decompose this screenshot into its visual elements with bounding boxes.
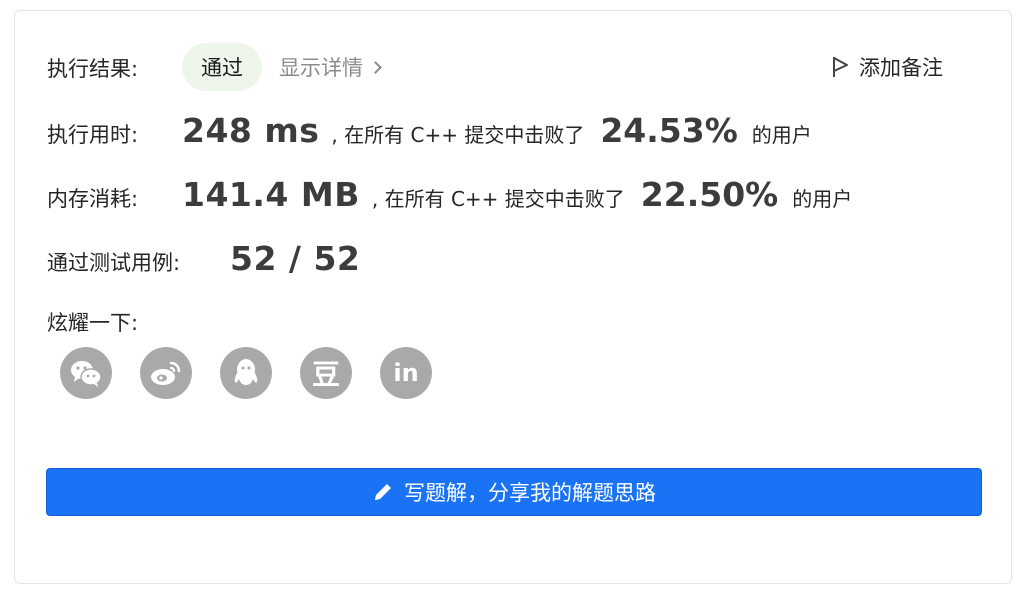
runtime-label: 执行用时: xyxy=(47,123,139,147)
pencil-icon xyxy=(375,484,391,500)
weibo-share-button[interactable] xyxy=(140,347,192,399)
wechat-icon xyxy=(71,361,102,387)
write-solution-button[interactable]: 写题解，分享我的解题思路 xyxy=(46,468,982,516)
runtime-middle-text: , 在所有 C++ 提交中击败了 xyxy=(331,123,585,147)
memory-percent: 22.50% xyxy=(640,175,779,214)
status-badge: 通过 xyxy=(182,43,262,91)
add-note-button[interactable]: 添加备注 xyxy=(831,52,943,82)
runtime-value: 248 ms xyxy=(182,111,320,150)
memory-suffix: 的用户 xyxy=(792,187,853,211)
submission-result-card: 执行结果: 通过 显示详情 添加备注 执行用时: 248 ms , 在所有 C+… xyxy=(14,10,1012,584)
douban-icon: 豆 xyxy=(311,358,340,391)
show-details-label: 显示详情 xyxy=(279,56,363,80)
add-note-label: 添加备注 xyxy=(859,56,943,80)
linkedin-share-button[interactable]: in xyxy=(380,347,432,399)
runtime-row: 执行用时: 248 ms , 在所有 C++ 提交中击败了 24.53% 的用户 xyxy=(47,111,812,150)
chevron-right-icon xyxy=(369,60,382,74)
share-icons: 豆 in xyxy=(60,347,432,399)
weibo-icon xyxy=(151,361,181,385)
share-title: 炫耀一下: xyxy=(47,311,139,335)
memory-label: 内存消耗: xyxy=(47,187,139,211)
memory-value: 141.4 MB xyxy=(182,175,360,214)
qq-icon xyxy=(234,359,258,385)
write-solution-label: 写题解，分享我的解题思路 xyxy=(404,481,656,505)
testcases-row: 通过测试用例: 52 / 52 xyxy=(47,239,360,278)
wechat-share-button[interactable] xyxy=(60,347,112,399)
testcases-value: 52 / 52 xyxy=(230,239,361,278)
runtime-suffix: 的用户 xyxy=(751,123,812,147)
linkedin-icon: in xyxy=(393,359,419,387)
qq-share-button[interactable] xyxy=(220,347,272,399)
show-details-link[interactable]: 显示详情 xyxy=(279,52,382,82)
douban-share-button[interactable]: 豆 xyxy=(300,347,352,399)
memory-row: 内存消耗: 141.4 MB , 在所有 C++ 提交中击败了 22.50% 的… xyxy=(47,175,852,214)
flag-icon xyxy=(833,57,848,77)
testcases-label: 通过测试用例: xyxy=(47,251,181,275)
result-label: 执行结果: xyxy=(47,57,139,81)
runtime-percent: 24.53% xyxy=(600,111,738,150)
memory-middle-text: , 在所有 C++ 提交中击败了 xyxy=(371,187,625,211)
